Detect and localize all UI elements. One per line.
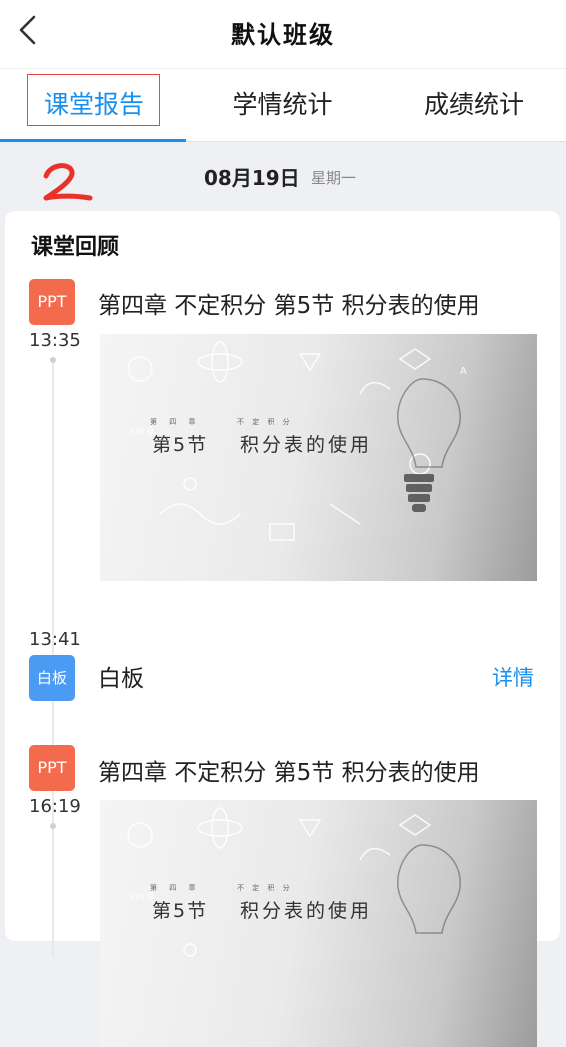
thumb-chapter: 第 四 章 (150, 418, 201, 426)
report-date: 08月19日 (204, 166, 300, 190)
svg-text:sin θ: sin θ (130, 892, 154, 903)
tab-grade-stats[interactable]: 成绩统计 (400, 69, 548, 141)
red-highlight-box (27, 74, 160, 126)
tab-bar: 课堂报告 学情统计 成绩统计 (0, 69, 566, 142)
tab-learning-stats[interactable]: 学情统计 (205, 69, 360, 141)
svg-text:sin θ: sin θ (130, 426, 154, 437)
item-title[interactable]: 第四章 不定积分 第5节 积分表的使用 (98, 753, 480, 787)
annotation-number-2 (43, 163, 93, 201)
slide-thumbnail[interactable]: sin θ 第 四 章 第5节 不 定 积 分 积分表的使用 (100, 800, 537, 1047)
item-title[interactable]: 白板 (98, 659, 144, 693)
thumb-name: 积分表的使用 (240, 900, 373, 922)
thumb-chapter: 第 四 章 (150, 884, 201, 892)
item-time: 13:35 (29, 330, 81, 351)
item-title[interactable]: 第四章 不定积分 第5节 积分表的使用 (98, 286, 480, 320)
thumb-subject: 不 定 积 分 (237, 418, 293, 426)
page-title: 默认班级 (231, 20, 335, 49)
item-time: 16:19 (29, 796, 81, 817)
timeline-dot (50, 823, 56, 829)
detail-link[interactable]: 详情 (492, 662, 534, 692)
app-header: 默认班级 (0, 0, 566, 69)
active-tab-indicator (0, 139, 186, 142)
svg-text:A: A (460, 366, 467, 377)
thumb-subject: 不 定 积 分 (237, 884, 293, 892)
slide-thumbnail[interactable]: sin θ A 第 四 章 第5节 不 定 积 分 积分表的使用 (100, 334, 537, 581)
class-review-card: 课堂回顾 PPT 13:35 第四章 不定积分 第5节 积分表的使用 sin θ… (5, 211, 560, 1047)
section-title: 课堂回顾 (31, 235, 120, 260)
timeline-dot (50, 357, 56, 363)
thumbnail-doodles: sin θ A (127, 341, 467, 541)
thumbnail-doodles: sin θ (127, 807, 461, 957)
thumb-section: 第5节 (152, 900, 209, 922)
item-time: 13:41 (29, 629, 81, 650)
ppt-badge: PPT (29, 279, 75, 325)
ppt-badge: PPT (29, 745, 75, 791)
report-weekday: 星期一 (311, 169, 357, 187)
thumb-name: 积分表的使用 (240, 434, 373, 456)
thumb-section: 第5节 (152, 434, 209, 456)
whiteboard-badge: 白板 (29, 655, 75, 701)
